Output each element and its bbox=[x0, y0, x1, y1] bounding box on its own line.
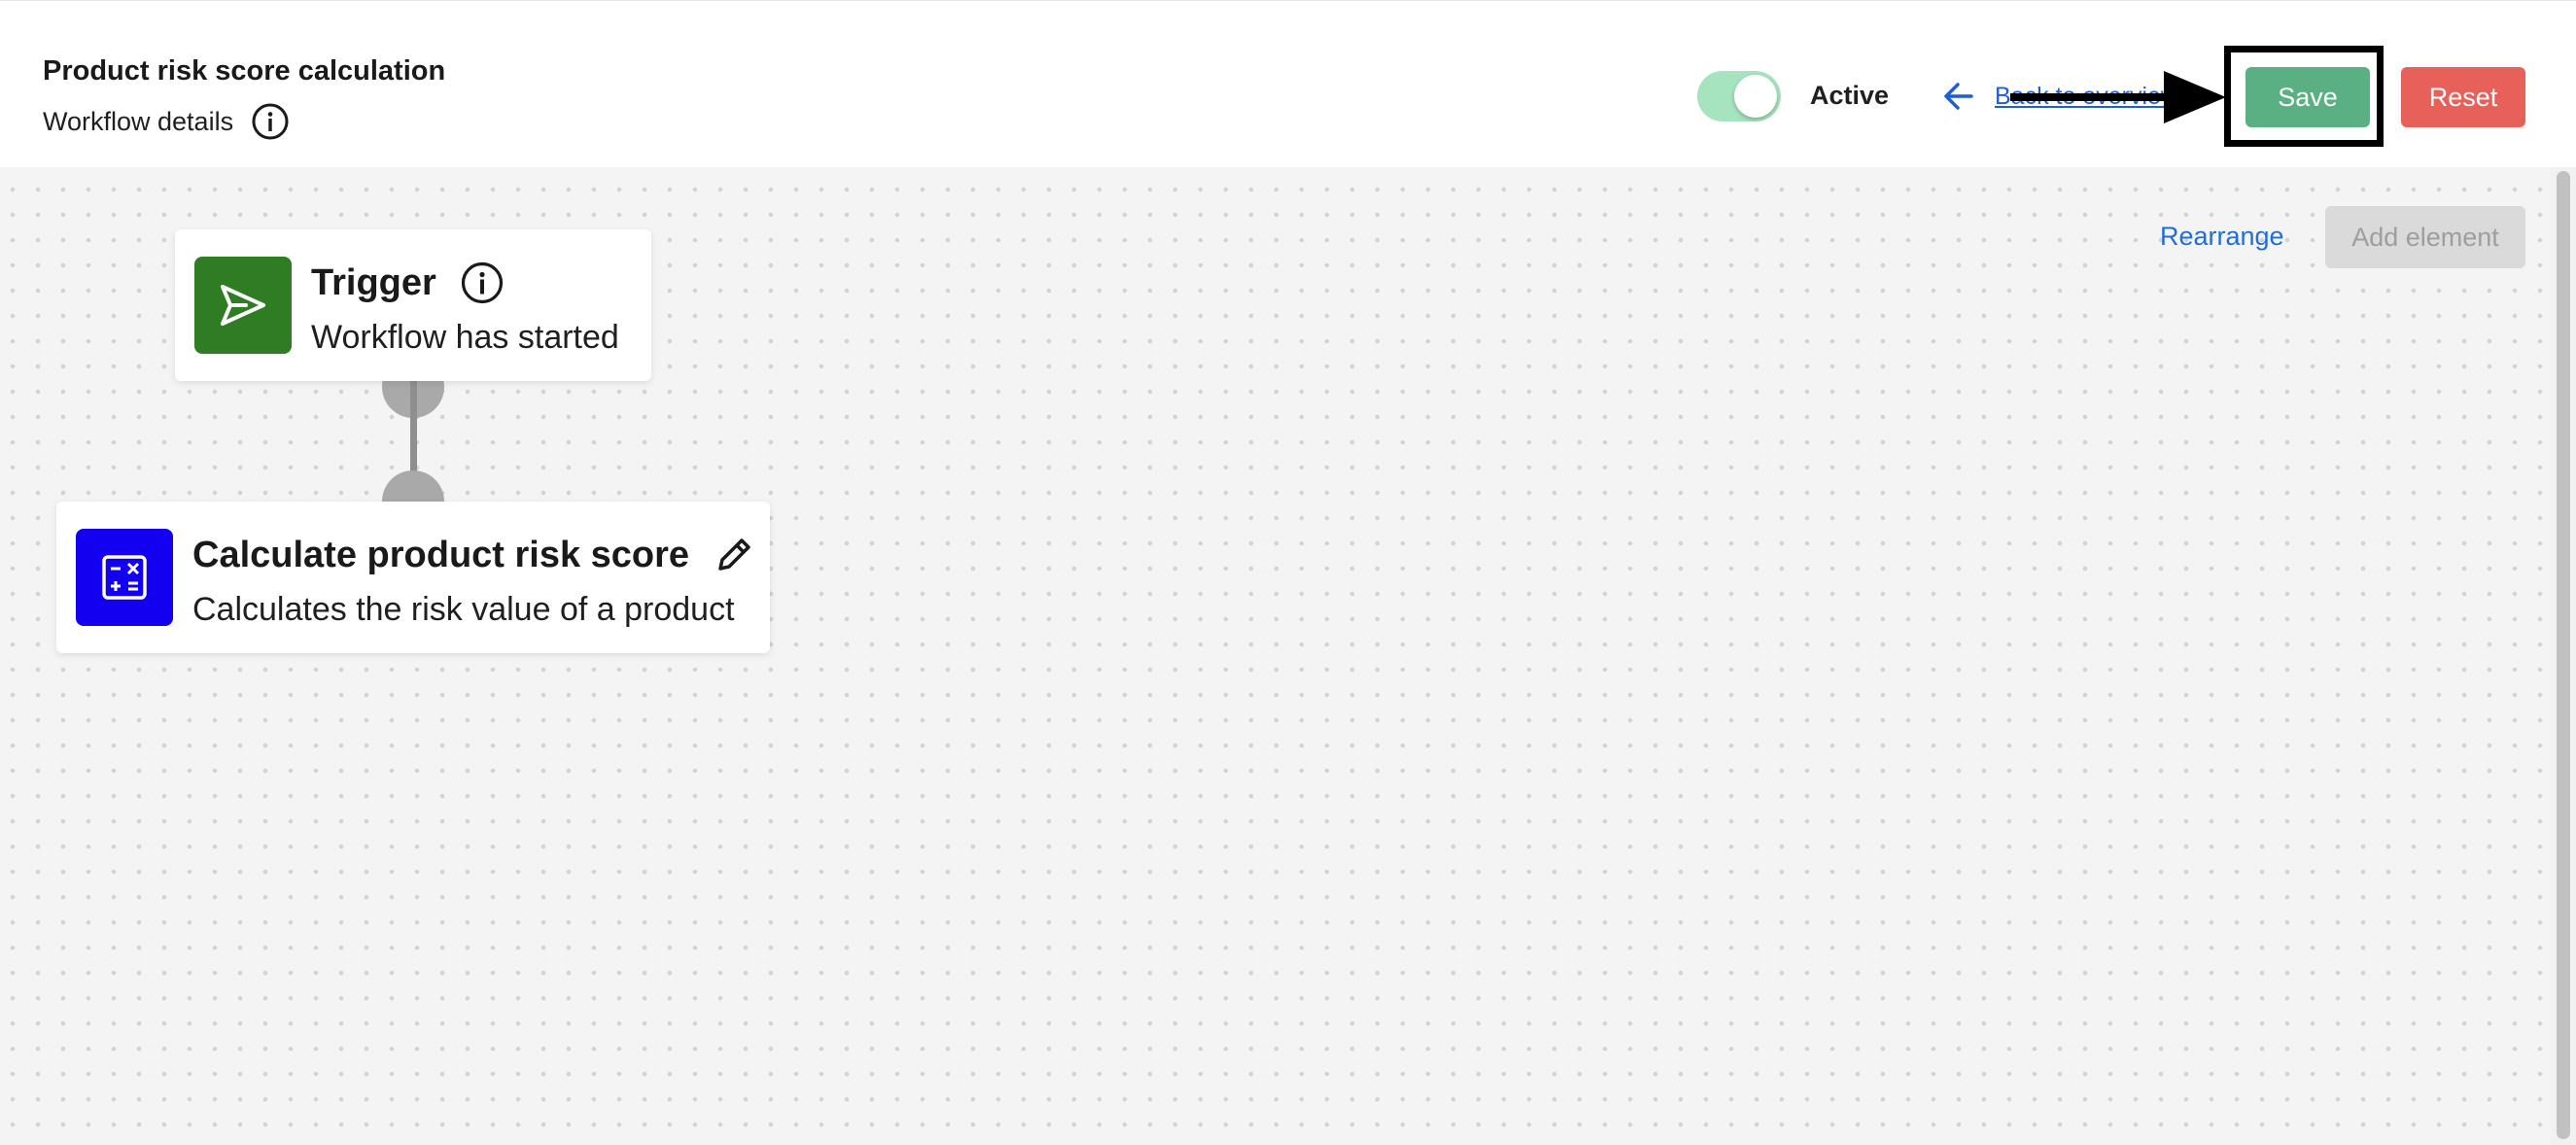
send-icon bbox=[221, 285, 265, 326]
trigger-title: Trigger bbox=[311, 261, 436, 303]
add-element-button[interactable]: Add element bbox=[2325, 206, 2525, 268]
trigger-subtitle: Workflow has started bbox=[311, 319, 619, 356]
annotation-arrow-icon bbox=[2010, 69, 2226, 125]
calculate-title-row: Calculate product risk score bbox=[192, 529, 755, 581]
workflow-header: Product risk score calculation Workflow … bbox=[0, 0, 2576, 167]
vertical-scrollbar[interactable] bbox=[2551, 167, 2576, 1145]
pencil-icon[interactable] bbox=[713, 534, 755, 576]
info-icon[interactable] bbox=[251, 102, 290, 141]
active-label: Active bbox=[1810, 81, 1890, 110]
calculate-subtitle: Calculates the risk value of a product bbox=[192, 591, 735, 628]
workflow-details-row: Workflow details bbox=[43, 100, 290, 143]
reset-button[interactable]: Reset bbox=[2401, 67, 2525, 127]
workflow-details-label: Workflow details bbox=[43, 106, 234, 136]
calculate-risk-node[interactable]: Calculate product risk score Calculates … bbox=[56, 502, 770, 653]
trigger-icon-tile bbox=[194, 257, 292, 354]
calculator-icon bbox=[102, 555, 147, 600]
toggle-knob bbox=[1734, 75, 1777, 118]
page-title: Product risk score calculation bbox=[43, 55, 446, 87]
calculate-title: Calculate product risk score bbox=[192, 534, 690, 575]
info-icon[interactable] bbox=[460, 260, 505, 305]
scrollbar-thumb[interactable] bbox=[2557, 171, 2570, 1139]
rearrange-link[interactable]: Rearrange bbox=[2160, 222, 2284, 252]
calculate-icon-tile bbox=[76, 529, 173, 626]
save-button[interactable]: Save bbox=[2245, 67, 2370, 127]
arrow-left-icon bbox=[1944, 83, 1973, 110]
trigger-node[interactable]: Trigger Workflow has started bbox=[175, 229, 651, 381]
trigger-title-row: Trigger bbox=[311, 257, 505, 309]
active-toggle[interactable] bbox=[1697, 71, 1781, 121]
